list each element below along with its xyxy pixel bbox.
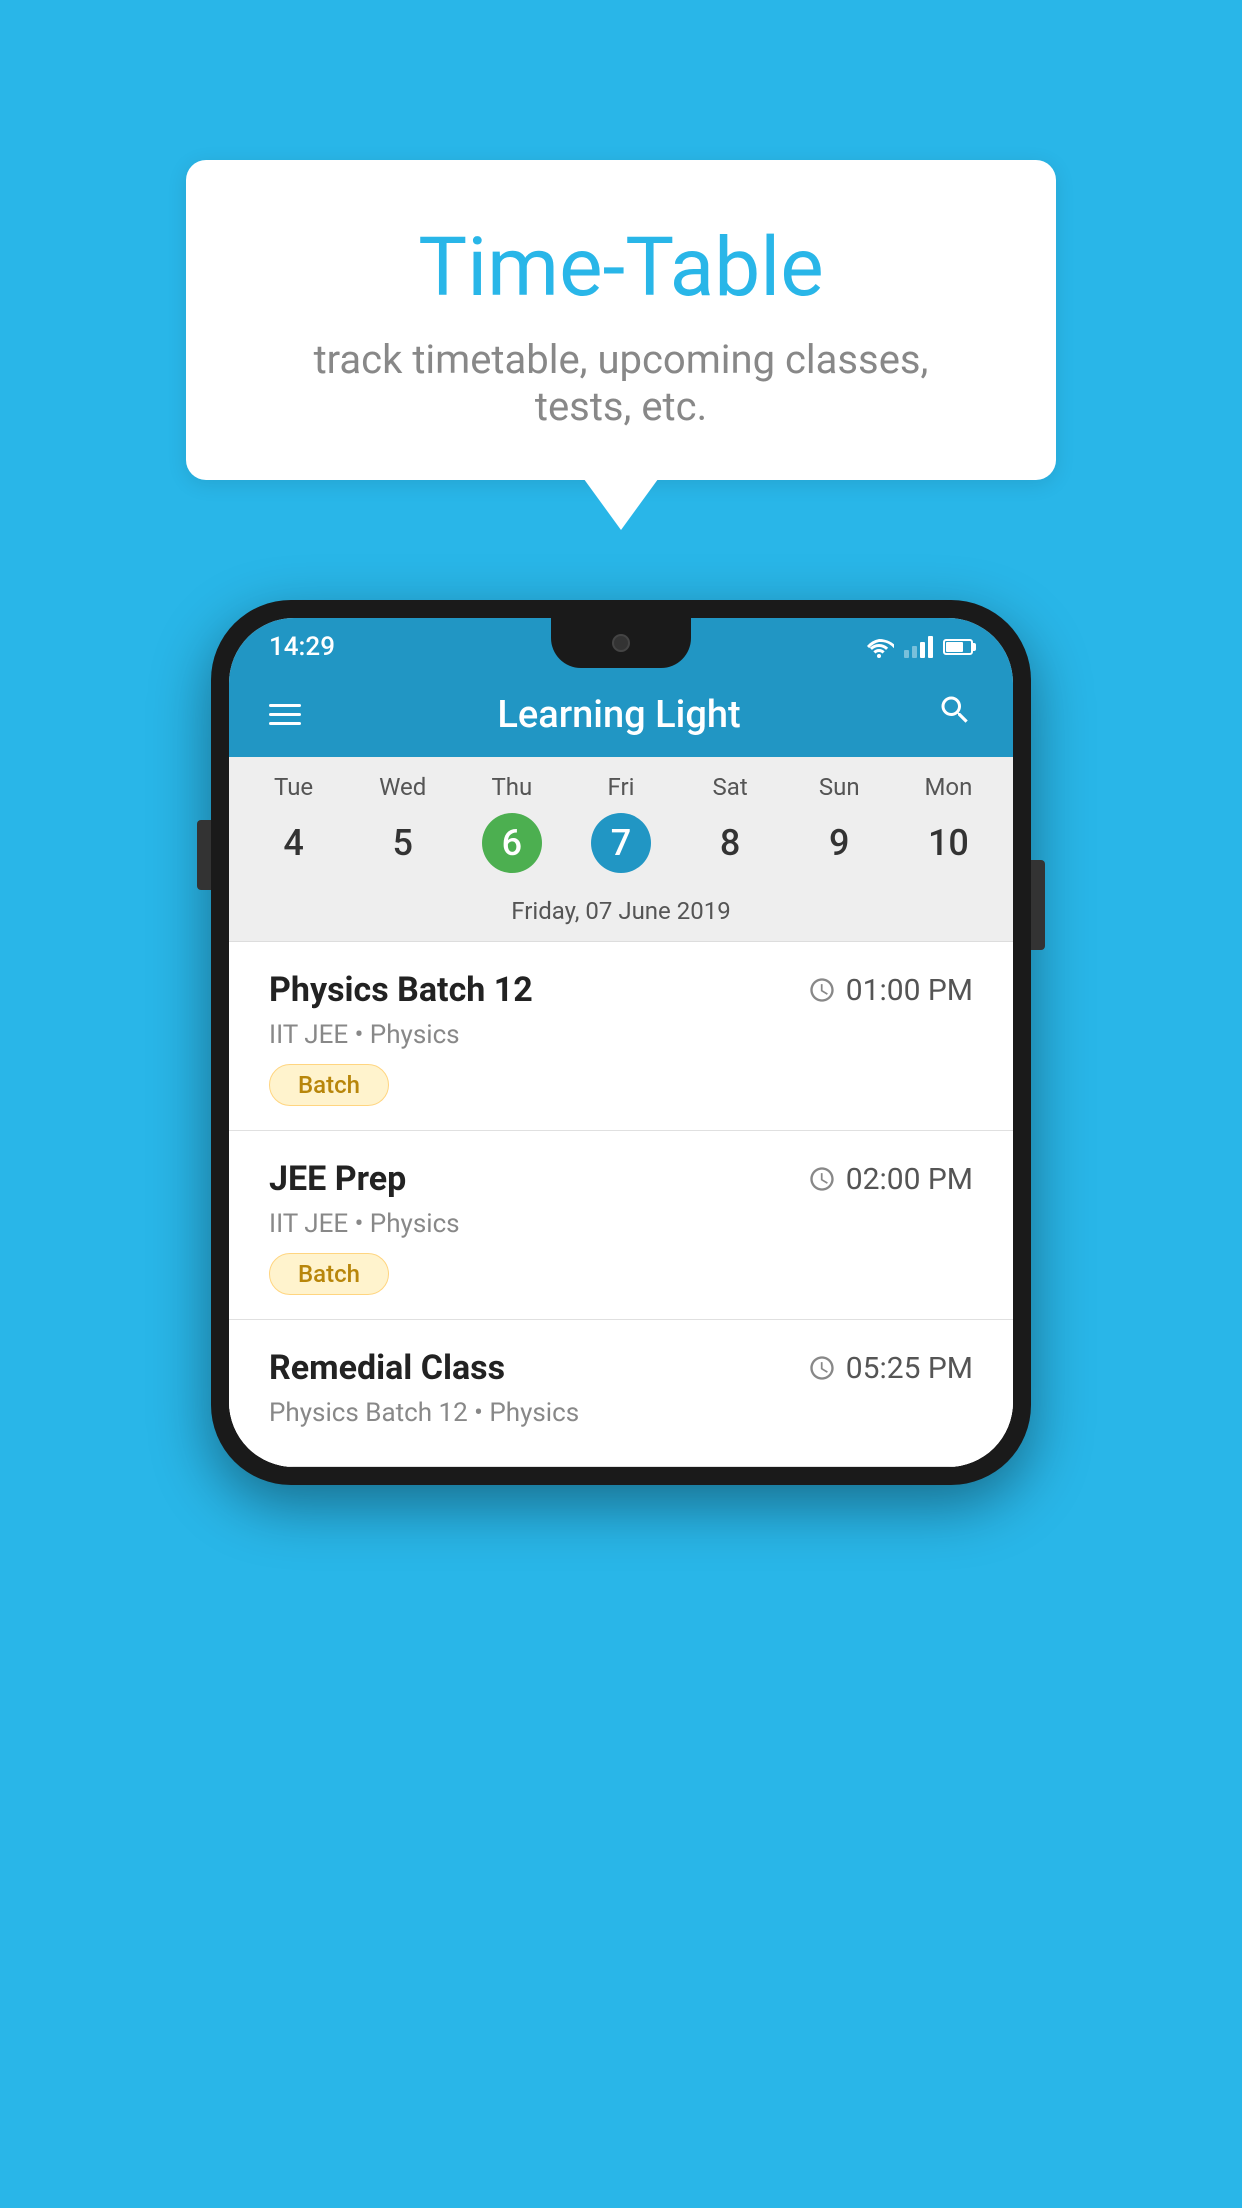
- battery-icon: [943, 639, 973, 655]
- day-name-sun[interactable]: Sun: [785, 773, 894, 801]
- batch-badge: Batch: [269, 1064, 389, 1106]
- phone-outer: 14:29: [211, 600, 1031, 1485]
- calendar-week: Tue Wed Thu Fri Sat Sun Mon 4 5 6 7 8 9 …: [229, 757, 1013, 942]
- class-meta-3: Physics Batch 12 • Physics: [269, 1398, 973, 1428]
- day-9[interactable]: 9: [785, 813, 894, 873]
- class-time-value-2: 02:00 PM: [846, 1162, 973, 1197]
- class-name-3: Remedial Class: [269, 1348, 505, 1388]
- class-meta: IIT JEE • Physics: [269, 1020, 973, 1050]
- search-icon[interactable]: [937, 692, 973, 737]
- tooltip-card: Time-Table track timetable, upcoming cla…: [186, 160, 1056, 480]
- class-time-2: 02:00 PM: [808, 1162, 973, 1197]
- camera-dot: [612, 634, 630, 652]
- class-item-remedial[interactable]: Remedial Class 05:25 PM Physics Batch 12…: [229, 1320, 1013, 1467]
- class-list: Physics Batch 12 01:00 PM IIT JEE • Phys…: [229, 942, 1013, 1467]
- day-name-mon[interactable]: Mon: [894, 773, 1003, 801]
- class-name-2: JEE Prep: [269, 1159, 406, 1199]
- day-5[interactable]: 5: [348, 813, 457, 873]
- day-name-tue[interactable]: Tue: [239, 773, 348, 801]
- day-8[interactable]: 8: [676, 813, 785, 873]
- class-meta-2: IIT JEE • Physics: [269, 1209, 973, 1239]
- class-time: 01:00 PM: [808, 973, 973, 1008]
- phone-inner: 14:29: [229, 618, 1013, 1467]
- class-item-header-3: Remedial Class 05:25 PM: [269, 1348, 973, 1388]
- app-header: Learning Light: [229, 672, 1013, 757]
- day-name-thu[interactable]: Thu: [457, 773, 566, 801]
- day-names-row: Tue Wed Thu Fri Sat Sun Mon: [229, 757, 1013, 809]
- day-6-today[interactable]: 6: [482, 813, 542, 873]
- class-item-header: Physics Batch 12 01:00 PM: [269, 970, 973, 1010]
- clock-icon-3: [808, 1354, 836, 1382]
- class-item-jee-prep[interactable]: JEE Prep 02:00 PM IIT JEE • Physics Batc…: [229, 1131, 1013, 1320]
- status-bar: 14:29: [229, 618, 1013, 672]
- class-item-header-2: JEE Prep 02:00 PM: [269, 1159, 973, 1199]
- clock-icon: [808, 976, 836, 1004]
- clock-icon-2: [808, 1165, 836, 1193]
- tooltip-title: Time-Table: [266, 220, 976, 316]
- phone-mockup: 14:29: [211, 600, 1031, 1485]
- wifi-icon: [864, 636, 894, 658]
- batch-badge-2: Batch: [269, 1253, 389, 1295]
- day-name-fri[interactable]: Fri: [566, 773, 675, 801]
- class-time-value: 01:00 PM: [846, 973, 973, 1008]
- status-icons: [864, 636, 973, 658]
- day-7-selected[interactable]: 7: [591, 813, 651, 873]
- day-name-sat[interactable]: Sat: [676, 773, 785, 801]
- status-time: 14:29: [269, 632, 335, 662]
- class-time-3: 05:25 PM: [808, 1351, 973, 1386]
- class-time-value-3: 05:25 PM: [846, 1351, 973, 1386]
- day-numbers-row: 4 5 6 7 8 9 10: [229, 809, 1013, 889]
- day-4[interactable]: 4: [239, 813, 348, 873]
- day-10[interactable]: 10: [894, 813, 1003, 873]
- class-name: Physics Batch 12: [269, 970, 533, 1010]
- tooltip-subtitle: track timetable, upcoming classes, tests…: [266, 336, 976, 430]
- signal-bars-icon: [904, 636, 933, 658]
- day-name-wed[interactable]: Wed: [348, 773, 457, 801]
- class-item-physics-batch-12[interactable]: Physics Batch 12 01:00 PM IIT JEE • Phys…: [229, 942, 1013, 1131]
- app-title: Learning Light: [497, 693, 740, 737]
- notch: [551, 618, 691, 668]
- hamburger-menu-icon[interactable]: [269, 704, 301, 725]
- selected-date-label: Friday, 07 June 2019: [229, 889, 1013, 942]
